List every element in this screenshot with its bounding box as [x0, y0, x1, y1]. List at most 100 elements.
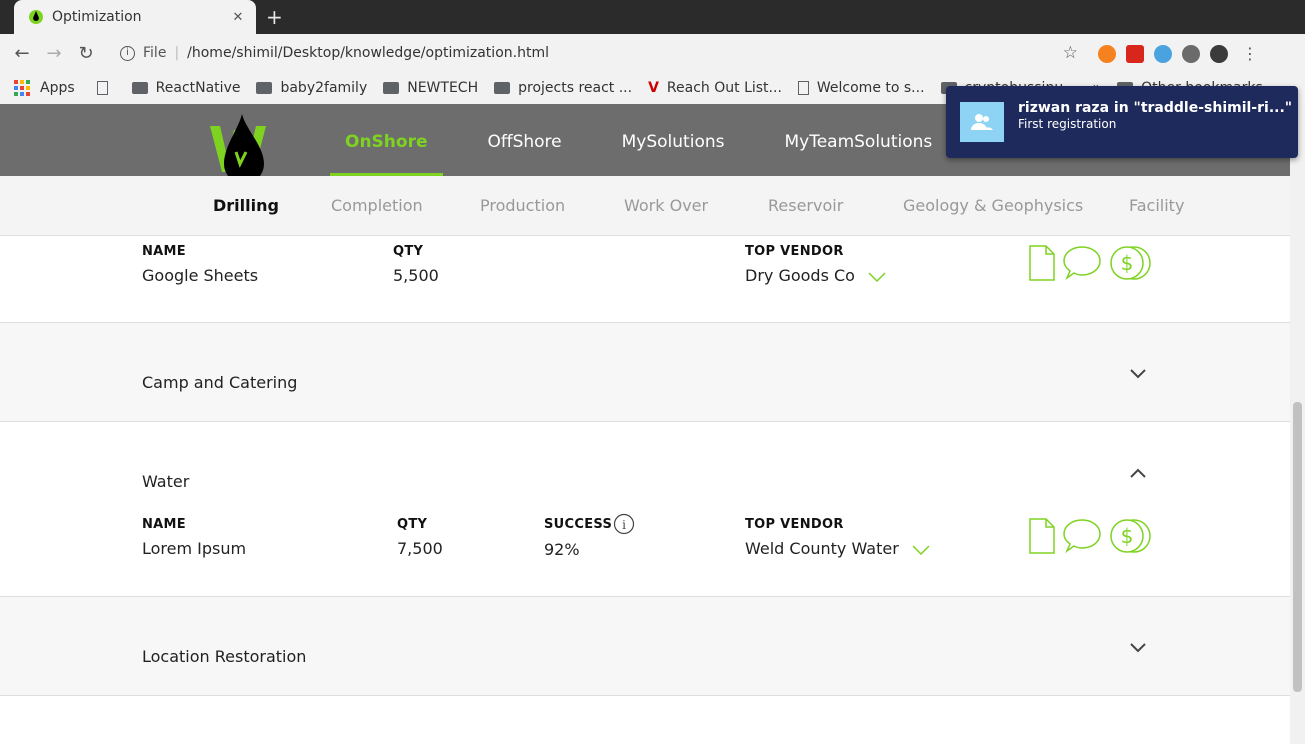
vendor-value: Dry Goods Co [745, 266, 855, 285]
vendor-value: Weld County Water [745, 539, 899, 558]
desktop-notification[interactable]: rizwan raza in "traddle-shimil-ri..." Fi… [946, 86, 1298, 158]
document-icon[interactable] [1028, 244, 1056, 282]
address-toolbar: ← → ↻ i File | /home/shimil/Desktop/know… [0, 34, 1305, 72]
nav-mysolutions[interactable]: MySolutions [607, 104, 740, 176]
page-icon [797, 81, 809, 95]
bookmark-folder[interactable]: NEWTECH [383, 80, 478, 96]
scrollbar-thumb[interactable] [1293, 402, 1302, 692]
notification-title: rizwan raza in "traddle-shimil-ri..." [1018, 100, 1293, 116]
comment-icon[interactable] [1062, 517, 1102, 555]
name-label: NAME [142, 244, 186, 259]
subnav-geology-geophysics[interactable]: Geology & Geophysics [903, 196, 1083, 215]
folder-icon [383, 82, 400, 94]
comment-icon[interactable] [1062, 244, 1102, 282]
section-title: Water [142, 472, 190, 491]
location-restoration-section[interactable]: Location Restoration [0, 597, 1290, 696]
chevron-down-icon[interactable] [1128, 641, 1148, 655]
svg-text:$: $ [1121, 251, 1134, 275]
subnav-reservoir[interactable]: Reservoir [768, 196, 843, 215]
site-info-icon[interactable]: i [120, 45, 135, 61]
adblock-extension-icon[interactable] [1182, 44, 1200, 63]
camp-catering-section[interactable]: Camp and Catering [0, 323, 1290, 422]
sub-nav: Drilling Completion Production Work Over… [0, 176, 1290, 236]
menu-icon[interactable]: ⋮ [1242, 44, 1258, 63]
page-icon [96, 81, 108, 95]
bookmark-folder[interactable]: baby2family [256, 80, 367, 96]
name-value: Lorem Ipsum [142, 539, 247, 558]
bookmark-label: baby2family [280, 80, 368, 96]
subnav-work-over[interactable]: Work Over [624, 196, 708, 215]
bookmark-star-icon[interactable]: ☆ [1063, 43, 1078, 63]
v-logo-icon: V [648, 80, 659, 96]
main-nav: OnShore OffShore MySolutions MyTeamSolut… [330, 104, 977, 176]
success-value: 92% [544, 540, 580, 559]
nav-myteamsolutions[interactable]: MyTeamSolutions [769, 104, 947, 176]
group-users-icon [960, 102, 1004, 142]
site-favicon-icon [29, 10, 43, 24]
vendor-select[interactable]: Dry Goods Co [745, 266, 886, 285]
browser-tab-bar: Optimization ✕ + [0, 0, 1305, 34]
water-section: Water NAME Lorem Ipsum QTY 7,500 SUCCESS… [0, 422, 1290, 597]
subnav-drilling[interactable]: Drilling [213, 196, 279, 215]
extension-icon[interactable] [1154, 44, 1172, 63]
name-label: NAME [142, 517, 186, 532]
bookmark-label: Apps [40, 80, 75, 96]
folder-icon [494, 82, 511, 94]
document-icon[interactable] [1028, 517, 1056, 555]
subnav-completion[interactable]: Completion [331, 196, 423, 215]
browser-tab[interactable]: Optimization ✕ [14, 0, 256, 34]
address-bar[interactable]: i File | /home/shimil/Desktop/knowledge/… [112, 38, 1090, 68]
bookmark-link[interactable]: Welcome to s... [797, 80, 925, 96]
profile-avatar[interactable] [1210, 44, 1228, 63]
folder-icon [131, 82, 148, 94]
page-scrollbar[interactable] [1290, 104, 1305, 744]
reload-icon[interactable]: ↻ [70, 43, 102, 64]
subnav-production[interactable]: Production [480, 196, 565, 215]
qty-value: 7,500 [397, 539, 443, 558]
page-content: OnShore OffShore MySolutions MyTeamSolut… [0, 104, 1290, 744]
qty-label: QTY [393, 244, 424, 259]
section-title: Camp and Catering [142, 373, 298, 392]
extension-icon[interactable] [1098, 44, 1116, 63]
bookmark-label: NEWTECH [407, 80, 479, 96]
back-icon[interactable]: ← [6, 43, 38, 64]
url-text[interactable]: /home/shimil/Desktop/knowledge/optimizat… [187, 45, 549, 61]
chevron-up-icon[interactable] [1128, 466, 1148, 480]
success-label: SUCCESS [544, 517, 613, 532]
qty-value: 5,500 [393, 266, 439, 285]
bookmark-label: Reach Out List... [666, 80, 782, 96]
new-tab-icon[interactable]: + [266, 5, 283, 29]
bookmark-page-icon[interactable] [96, 81, 116, 95]
bookmark-apps[interactable]: Apps [0, 80, 75, 96]
top-vendor-label: TOP VENDOR [745, 517, 844, 532]
tab-close-icon[interactable]: ✕ [228, 10, 248, 25]
svg-text:$: $ [1121, 524, 1134, 548]
apps-grid-icon [14, 80, 30, 96]
bookmark-folder[interactable]: projects react ... [494, 80, 632, 96]
chevron-down-icon[interactable] [868, 271, 886, 282]
bookmark-folder[interactable]: ReactNative [131, 80, 241, 96]
forward-icon[interactable]: → [38, 43, 70, 64]
info-icon[interactable]: i [613, 513, 635, 535]
subnav-facility[interactable]: Facility [1129, 196, 1184, 215]
nav-offshore[interactable]: OffShore [473, 104, 577, 176]
nav-onshore[interactable]: OnShore [330, 104, 443, 176]
bookmark-label: projects react ... [518, 80, 633, 96]
tab-title: Optimization [52, 9, 142, 25]
dollar-coins-icon[interactable]: $ [1108, 244, 1154, 282]
notification-body: First registration [1018, 117, 1117, 131]
url-scheme: File [143, 45, 167, 61]
qty-label: QTY [397, 517, 428, 532]
item-section: NAME Google Sheets QTY 5,500 TOP VENDOR … [0, 236, 1290, 323]
extensions-area: ⋮ [1098, 44, 1258, 63]
cors-extension-icon[interactable] [1126, 44, 1144, 63]
chevron-down-icon[interactable] [1128, 367, 1148, 381]
dollar-coins-icon[interactable]: $ [1108, 517, 1154, 555]
bookmark-link[interactable]: V Reach Out List... [648, 80, 782, 96]
vendor-select[interactable]: Weld County Water [745, 539, 930, 558]
url-separator: | [174, 45, 180, 61]
action-icons: $ [1028, 517, 1154, 555]
chevron-down-icon[interactable] [912, 544, 930, 555]
bookmark-label: ReactNative [155, 80, 241, 96]
name-value: Google Sheets [142, 266, 259, 285]
